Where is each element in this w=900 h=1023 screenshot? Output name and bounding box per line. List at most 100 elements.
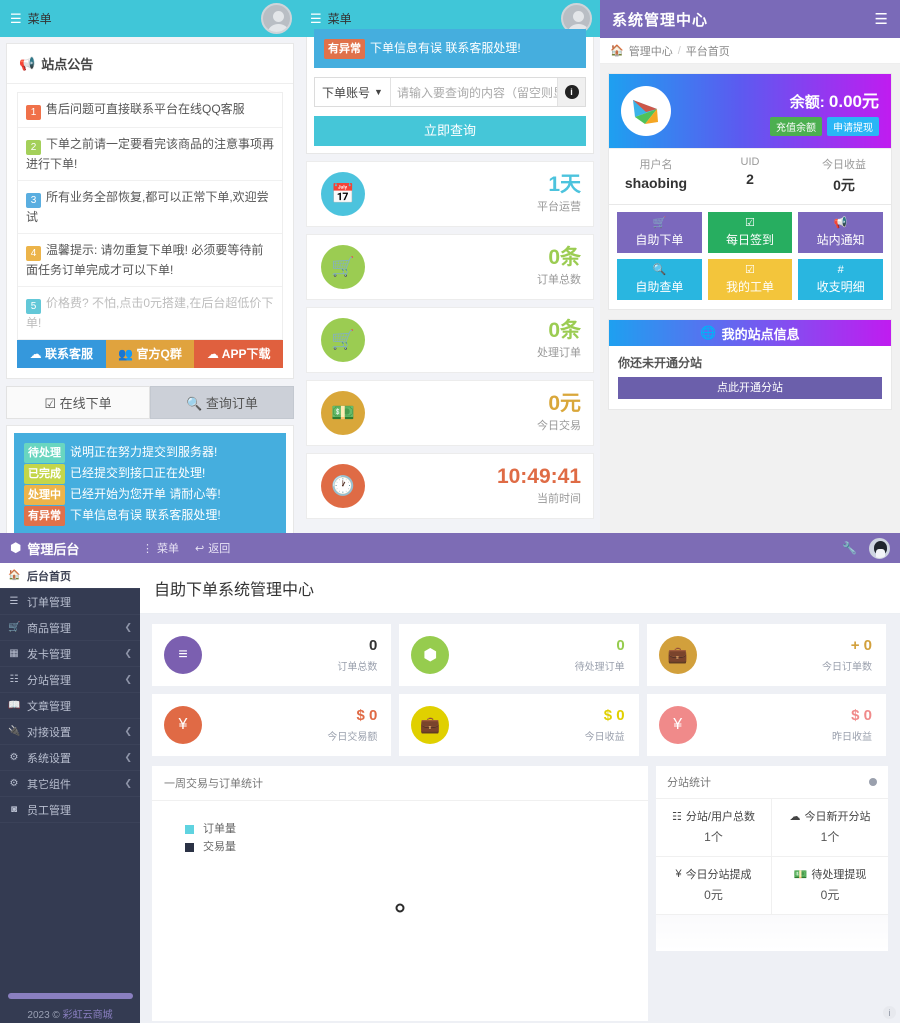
status-text: 下单信息有误 联系客服处理!	[370, 41, 521, 55]
quick-transactions-button[interactable]: # 收支明细	[798, 259, 883, 300]
balance-card: 余额: 0.00元 充值余额 申请提现 用户名 shaobing UID 2 今…	[608, 73, 892, 205]
admin-main: 自助下单系统管理中心 ≡ 0 订单总数 ⬢ 0 待处理订单 💼 + 0 今日订单…	[140, 563, 900, 1023]
breadcrumb-item-0[interactable]: 管理中心	[629, 43, 673, 59]
notice-card-title: 站点公告	[41, 57, 94, 72]
menu-label[interactable]: 菜单	[328, 10, 352, 27]
card-label: 今日订单数	[821, 662, 872, 673]
footer-name[interactable]: 彩虹云商城	[63, 1010, 113, 1021]
list-item: 4 温馨提示: 请勿重复下单哦! 必须要等待前面任务订单完成才可以下单!	[18, 234, 282, 287]
sidebar-item-cards[interactable]: ▦ 发卡管理 ❮	[0, 641, 140, 667]
status-text: 说明正在努力提交到服务器!	[70, 445, 218, 459]
info-icon[interactable]: i	[883, 1006, 896, 1019]
tab-online-order[interactable]: ☑ 在线下单	[6, 386, 150, 419]
sidebar-item-staff[interactable]: ◙ 员工管理	[0, 797, 140, 823]
user-avatar-icon[interactable]	[261, 3, 292, 34]
chevron-down-icon: ▼	[374, 87, 383, 97]
stat-cell-key: 分站/用户总数	[685, 811, 755, 823]
status-dot-icon[interactable]	[869, 778, 877, 786]
stat-cell-value: 1个	[820, 830, 840, 844]
app-download-button[interactable]: ☁ APP下载	[194, 340, 284, 368]
page-title: 自助下单系统管理中心	[140, 563, 900, 614]
legend-item-transactions[interactable]: 交易量	[185, 838, 236, 856]
query-now-button[interactable]: 立即查询	[314, 116, 586, 146]
sidebar-item-articles[interactable]: 📖 文章管理	[0, 693, 140, 719]
sidebar-item-label: 订单管理	[27, 596, 71, 609]
balance-label: 余额:	[789, 93, 825, 111]
open-substation-button[interactable]: 点此开通分站	[618, 377, 882, 399]
notice-card-body: 1 售后问题可直接联系平台在线QQ客服 2 下单之前请一定要看完该商品的注意事项再进…	[7, 84, 293, 378]
legend-item-orders[interactable]: 订单量	[185, 820, 236, 838]
sidebar-scrollbar[interactable]	[8, 993, 133, 999]
tab-query-order[interactable]: 🔍 查询订单	[150, 386, 294, 419]
weekly-chart-panel: 一周交易与订单统计 订单量 交易量	[152, 766, 648, 1021]
quick-self-query-button[interactable]: 🔍 自助查单	[617, 259, 702, 300]
admin-card-total-orders: ≡ 0 订单总数	[152, 624, 392, 686]
card-value: $ 0	[603, 707, 625, 724]
search-info-button[interactable]: i	[557, 78, 585, 106]
contact-support-button[interactable]: ☁ 联系客服	[17, 340, 106, 368]
card-value: 0	[616, 637, 625, 654]
admin-topbar: ⬢ 管理后台 ⋮ 菜单 ↩ 返回 🔧	[0, 533, 900, 563]
list-item: 已完成 已经提交到接口正在处理!	[24, 463, 276, 484]
mid-query-card: 有异常下单信息有误 联系客服处理! 下单账号 ▼ 请输入要查询的内容（留空则显示…	[306, 29, 594, 154]
order-account-select[interactable]: 下单账号 ▼	[315, 78, 391, 106]
breadcrumb-item-1: 平台首页	[685, 45, 730, 58]
stat-cell-key: 待处理提现	[811, 869, 867, 881]
quick-my-tickets-label: 我的工单	[725, 279, 774, 294]
stat-label: 今日交易	[537, 420, 581, 432]
info-value: shaobing	[624, 175, 688, 191]
admin-bottom-row: 一周交易与订单统计 订单量 交易量 分站统计 ☷ 分站/用户总数 1个 ☁ 今日…	[140, 756, 900, 1021]
sidebar-item-products[interactable]: 🛒 商品管理 ❮	[0, 615, 140, 641]
list-item: 处理中 已经开始为您开单 请耐心等!	[24, 484, 276, 505]
quick-daily-checkin-label: 每日签到	[725, 232, 774, 247]
sidebar-item-orders[interactable]: ☰ 订单管理	[0, 589, 140, 615]
quick-site-notice-button[interactable]: 📢 站内通知	[798, 212, 883, 253]
qq-group-button[interactable]: 👥 官方Q群	[105, 340, 195, 368]
hamburger-icon[interactable]: ☰	[875, 10, 888, 28]
sidebar-item-system-settings[interactable]: ⚙ 系统设置 ❮	[0, 745, 140, 771]
cart-icon: 🛒	[321, 245, 365, 289]
substation-stat-panel: 分站统计 ☷ 分站/用户总数 1个 ☁ 今日新开分站 1个 ¥ 今日分站提成 0…	[656, 766, 888, 951]
quick-self-order-button[interactable]: 🛒 自助下单	[617, 212, 702, 253]
stat-cell-value: 0元	[820, 888, 840, 902]
withdraw-button[interactable]: 申请提现	[827, 116, 879, 136]
mobile-panel-left: ☰ 菜单 📢 站点公告 1 售后问题可直接联系平台在线QQ客服 2 下单之前请一定要…	[0, 0, 300, 533]
admin-card-yesterday-income: ¥ $ 0 昨日收益	[646, 694, 886, 756]
stat-card-total-orders: 🛒 0条 订单总数	[306, 234, 594, 300]
quick-my-tickets-button[interactable]: ☑ 我的工单	[707, 259, 793, 300]
status-legend-card: 待处理 说明正在努力提交到服务器! 已完成 已经提交到接口正在处理! 处理中 已经开始…	[6, 425, 294, 533]
recharge-button[interactable]: 充值余额	[770, 116, 822, 136]
admin-menu-link[interactable]: ⋮ 菜单	[142, 540, 179, 556]
sidebar-item-dashboard[interactable]: 🏠 后台首页	[0, 563, 140, 589]
stat-value: 10:49:41	[496, 465, 581, 488]
stat-value: 1天	[548, 173, 581, 196]
chevron-left-icon: ❮	[124, 752, 132, 762]
hamburger-icon[interactable]: ☰	[10, 12, 22, 25]
info-value: 0元	[833, 177, 855, 193]
quick-transactions-label: 收支明细	[816, 279, 865, 294]
qq-penguin-avatar-icon[interactable]	[869, 537, 890, 559]
quick-daily-checkin-button[interactable]: ☑ 每日签到	[707, 212, 793, 253]
menu-label[interactable]: 菜单	[28, 10, 52, 27]
chevron-left-icon: ❮	[124, 726, 132, 736]
admin-back-link[interactable]: ↩ 返回	[195, 540, 230, 556]
grid-icon: ▦	[9, 648, 19, 659]
puzzle-icon: ⚙	[9, 778, 19, 789]
info-username: 用户名 shaobing	[609, 149, 703, 204]
sidebar-item-label: 系统设置	[27, 752, 71, 765]
stat-cell-key: 今日分站提成	[685, 869, 752, 881]
wrench-icon[interactable]: 🔧	[842, 541, 857, 555]
status-text: 下单信息有误 联系客服处理!	[70, 508, 221, 522]
chevron-left-icon: ❮	[124, 648, 132, 658]
chart-legend: 订单量 交易量	[185, 820, 236, 856]
sidebar-item-substations[interactable]: ☷ 分站管理 ❮	[0, 667, 140, 693]
footer-year: 2023 ©	[27, 1010, 60, 1021]
status-legend: 有异常 下单信息有误 联系客服处理!	[314, 29, 586, 68]
sidebar-item-integration[interactable]: 🔌 对接设置 ❮	[0, 719, 140, 745]
legend-label: 订单量	[203, 823, 236, 835]
notice-text: 售后问题可直接联系平台在线QQ客服	[46, 102, 245, 116]
hamburger-icon[interactable]: ☰	[310, 12, 322, 25]
stat-cell-new-substations: ☁ 今日新开分站 1个	[772, 799, 888, 857]
order-search-input[interactable]: 请输入要查询的内容（留空则显示	[391, 78, 557, 106]
sidebar-item-other-modules[interactable]: ⚙ 其它组件 ❮	[0, 771, 140, 797]
